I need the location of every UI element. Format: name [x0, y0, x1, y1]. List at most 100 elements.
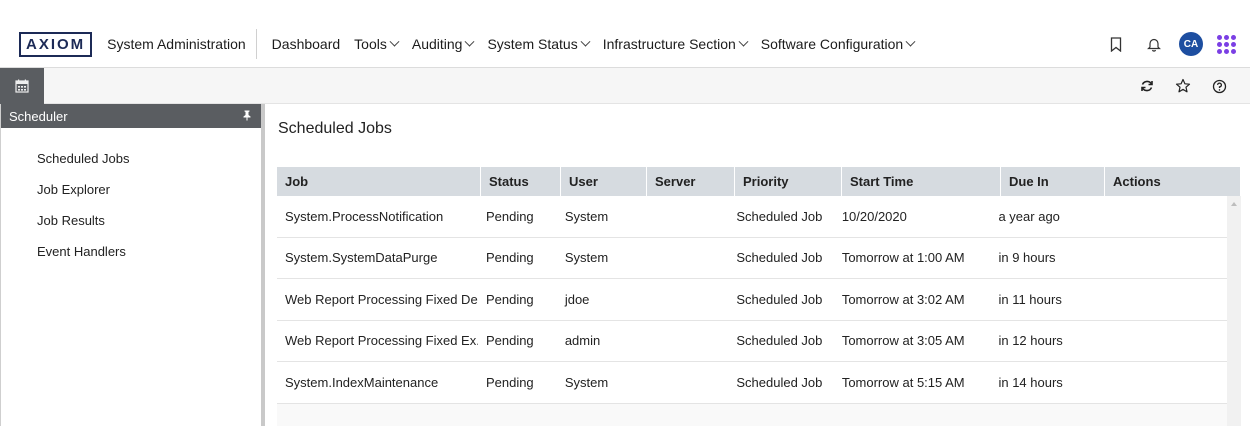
cell-due-in: a year ago	[998, 208, 1060, 224]
refresh-icon[interactable]	[1136, 75, 1158, 97]
sidebar-item-event-handlers[interactable]: Event Handlers	[1, 241, 261, 272]
cell-actions[interactable]	[1093, 279, 1227, 320]
nav-system-status[interactable]: System Status	[487, 36, 591, 52]
app-title[interactable]: System Administration	[107, 36, 246, 52]
cell-server	[642, 196, 729, 237]
axiom-logo[interactable]: AXIOM	[19, 31, 93, 57]
nav-tools[interactable]: Tools	[354, 36, 400, 52]
cell-due-in: in 9 hours	[998, 250, 1056, 266]
nav-auditing[interactable]: Auditing	[411, 36, 475, 52]
cell-due-in: in 12 hours	[998, 333, 1063, 349]
cell-priority: Scheduled Job	[736, 291, 823, 307]
cell-start-time: Tomorrow at 5:15 AM	[841, 374, 965, 390]
help-icon[interactable]	[1208, 75, 1230, 97]
cell-user: jdoe	[564, 291, 590, 307]
cell-status: Pending	[485, 291, 534, 307]
cell-status: Pending	[485, 208, 534, 224]
chevron-down-icon	[580, 36, 591, 47]
table-body: System.ProcessNotification Pending Syste…	[277, 196, 1241, 426]
table-row[interactable]: Web Report Processing Fixed De... Pendin…	[277, 279, 1227, 321]
table-scrollbar[interactable]	[1227, 196, 1241, 426]
cell-server	[642, 238, 729, 279]
nav-dashboard[interactable]: Dashboard	[272, 36, 341, 52]
cell-user: System	[564, 250, 609, 266]
chevron-down-icon	[738, 36, 749, 47]
title-divider	[255, 29, 257, 59]
cell-user: admin	[564, 333, 601, 349]
cell-priority: Scheduled Job	[736, 250, 823, 266]
column-header-priority[interactable]: Priority	[735, 167, 842, 196]
nav-label: Software Configuration	[760, 36, 904, 52]
cell-status: Pending	[485, 250, 534, 266]
nav-label: Auditing	[411, 36, 463, 52]
cell-priority: Scheduled Job	[736, 374, 823, 390]
nav-infrastructure-section[interactable]: Infrastructure Section	[603, 36, 749, 52]
chevron-down-icon	[905, 36, 916, 47]
cell-start-time: Tomorrow at 1:00 AM	[841, 250, 965, 266]
column-header-server[interactable]: Server	[647, 167, 735, 196]
bell-icon[interactable]	[1143, 33, 1165, 55]
main-content: Scheduled Jobs Job Status User Server Pr…	[265, 104, 1250, 426]
cell-start-time: Tomorrow at 3:05 AM	[841, 333, 965, 349]
cell-job: Web Report Processing Fixed De...	[285, 291, 478, 307]
page-title: Scheduled Jobs	[278, 120, 392, 137]
cell-priority: Scheduled Job	[736, 333, 823, 349]
nav-label: Tools	[354, 36, 387, 52]
table-row[interactable]: System.SystemDataPurge Pending System Sc…	[277, 237, 1227, 279]
scroll-up-arrow-icon[interactable]	[1231, 202, 1237, 206]
cell-priority: Scheduled Job	[736, 208, 823, 224]
cell-status: Pending	[485, 333, 534, 349]
cell-user: System	[564, 374, 609, 390]
cell-due-in: in 11 hours	[998, 291, 1062, 307]
bookmark-icon[interactable]	[1105, 33, 1127, 55]
sidebar-item-job-explorer[interactable]: Job Explorer	[1, 179, 261, 210]
column-header-due-in[interactable]: Due In	[1001, 167, 1105, 196]
column-header-status[interactable]: Status	[481, 167, 561, 196]
cell-job: System.SystemDataPurge	[285, 250, 438, 266]
cell-start-time: Tomorrow at 3:02 AM	[841, 291, 965, 307]
column-header-actions[interactable]: Actions	[1105, 167, 1241, 196]
nav-label: Dashboard	[271, 36, 341, 52]
table-row[interactable]: System.IndexMaintenance Pending System S…	[277, 362, 1227, 404]
apps-grid-icon[interactable]	[1217, 34, 1236, 54]
scheduler-panel: Scheduler Scheduled Jobs Job Explorer Jo…	[0, 104, 265, 426]
cell-server	[642, 279, 729, 320]
scheduler-nav-list: Scheduled Jobs Job Explorer Job Results …	[1, 128, 261, 272]
nav-label: System Status	[487, 36, 578, 52]
sidebar-item-job-results[interactable]: Job Results	[1, 210, 261, 241]
top-navigation-bar: AXIOM System Administration Dashboard To…	[0, 0, 1250, 68]
chevron-down-icon	[389, 36, 400, 47]
cell-user: System	[564, 208, 609, 224]
cell-job: System.ProcessNotification	[285, 208, 444, 224]
chevron-down-icon	[465, 36, 475, 47]
column-header-start-time[interactable]: Start Time	[842, 167, 1001, 196]
table-row[interactable]: Web Report Processing Fixed Ex... Pendin…	[277, 320, 1227, 362]
table-header: Job Status User Server Priority Start Ti…	[277, 167, 1241, 196]
secondary-toolbar	[0, 68, 1250, 104]
cell-server	[642, 362, 729, 403]
panel-header: Scheduler	[1, 104, 261, 128]
main-nav: Dashboard Tools Auditing System Status I…	[272, 36, 929, 52]
nav-software-configuration[interactable]: Software Configuration	[760, 36, 916, 52]
cell-actions[interactable]	[1093, 362, 1227, 403]
cell-actions[interactable]	[1093, 238, 1227, 279]
sidebar-item-scheduled-jobs[interactable]: Scheduled Jobs	[1, 148, 261, 179]
cell-server	[642, 321, 729, 362]
calendar-tab[interactable]	[0, 68, 44, 104]
panel-title: Scheduler	[9, 108, 68, 124]
cell-actions[interactable]	[1093, 196, 1227, 237]
user-avatar[interactable]: CA	[1179, 32, 1203, 56]
pin-icon[interactable]	[243, 109, 251, 124]
page-actions	[1122, 68, 1230, 104]
cell-job: System.IndexMaintenance	[285, 374, 439, 390]
column-header-user[interactable]: User	[561, 167, 647, 196]
cell-actions[interactable]	[1093, 321, 1227, 362]
cell-start-time: 10/20/2020	[841, 208, 907, 224]
star-icon[interactable]	[1172, 75, 1194, 97]
header-actions: CA	[1089, 20, 1236, 68]
calendar-icon	[15, 79, 29, 93]
cell-job: Web Report Processing Fixed Ex...	[285, 333, 478, 349]
table-row[interactable]: System.ProcessNotification Pending Syste…	[277, 196, 1227, 238]
column-header-job[interactable]: Job	[277, 167, 481, 196]
cell-status: Pending	[485, 374, 534, 390]
